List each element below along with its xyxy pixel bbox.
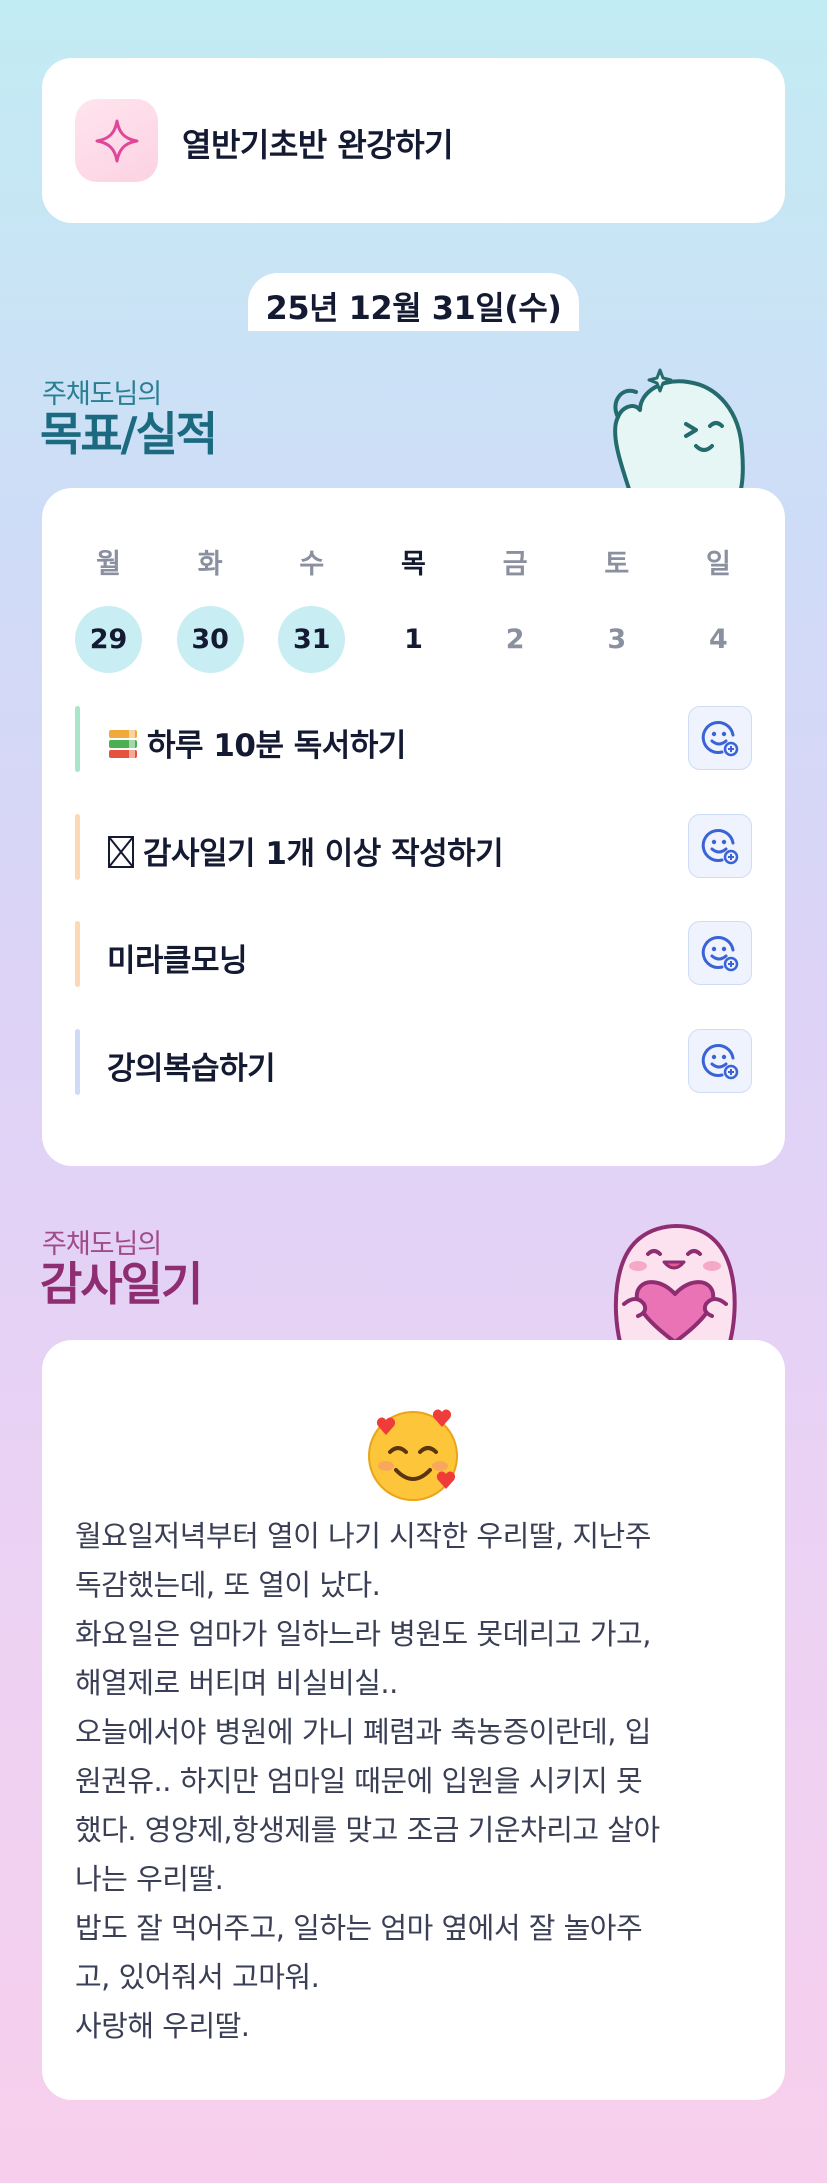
weekday-label: 목 — [401, 549, 426, 580]
diary-line: 나는 우리딸. — [75, 1862, 224, 1896]
diary-line: 독감했는데, 또 열이 났다. — [75, 1568, 381, 1602]
weekday-label: 화 — [197, 549, 223, 580]
rate-task-button[interactable] — [688, 706, 752, 770]
missing-glyph-icon — [107, 836, 143, 872]
diary-line: 원권유.. 하지만 엄마일 때문에 입원을 시키지 못 — [75, 1764, 643, 1798]
smiley-plus-icon — [700, 1041, 740, 1081]
task-accent-bar — [75, 921, 80, 987]
task-label-text: 하루 10분 독서하기 — [147, 728, 406, 764]
diary-line: 밥도 잘 먹어주고, 일하는 엄마 옆에서 잘 놀아주 — [75, 1911, 643, 1945]
diary-section-title: 감사일기 — [40, 1257, 203, 1311]
task-row[interactable]: 미라클모닝 — [75, 921, 752, 987]
weekday-header-row: 월화수목금토일 — [75, 542, 752, 581]
rate-task-button[interactable] — [688, 1029, 752, 1093]
task-label: 하루 10분 독서하기 — [107, 720, 406, 765]
task-accent-bar — [75, 706, 80, 772]
weekday-label: 토 — [604, 549, 630, 580]
task-label-text: 미라클모닝 — [107, 943, 248, 979]
date-cell[interactable]: 2 — [482, 606, 549, 673]
task-row[interactable]: 강의복습하기 — [75, 1029, 752, 1095]
task-label: 강의복습하기 — [107, 1043, 276, 1088]
rate-task-button[interactable] — [688, 814, 752, 878]
date-cell[interactable]: 3 — [583, 606, 650, 673]
date-label: 25년 12월 31일(수) — [265, 289, 562, 327]
date-cell[interactable]: 1 — [380, 606, 447, 673]
goal-title: 열반기초반 완강하기 — [182, 126, 454, 164]
task-accent-bar — [75, 1029, 80, 1095]
weekday-label: 월 — [96, 549, 121, 580]
weekday-label: 수 — [299, 549, 325, 580]
task-label-text: 강의복습하기 — [107, 1051, 276, 1087]
diary-line: 화요일은 엄마가 일하느라 병원도 못데리고 가고, — [75, 1617, 651, 1651]
goal-card[interactable]: 열반기초반 완강하기 — [42, 58, 785, 223]
task-row[interactable]: 하루 10분 독서하기 — [75, 706, 752, 772]
rate-task-button[interactable] — [688, 921, 752, 985]
goals-section-title: 목표/실적 — [40, 407, 218, 461]
diary-line: 했다. 영양제,항생제를 맞고 조금 기운차리고 살아 — [75, 1813, 660, 1847]
diary-line: 고, 있어줘서 고마워. — [75, 1960, 320, 1994]
smiley-plus-icon — [700, 718, 740, 758]
weekday-label: 일 — [706, 549, 731, 580]
books-icon — [107, 728, 147, 764]
diary-line: 오늘에서야 병원에 가니 폐렴과 축농증이란데, 입 — [75, 1715, 651, 1749]
diary-line: 사랑해 우리딸. — [75, 2009, 250, 2043]
smiling-face-with-hearts-icon — [364, 1404, 462, 1506]
heart-mascot-icon — [598, 1218, 752, 1346]
diary-line: 해열제로 버티며 비실비실.. — [75, 1666, 398, 1700]
gratitude-diary-card: 월요일저녁부터 열이 나기 시작한 우리딸, 지난주독감했는데, 또 열이 났다… — [42, 1340, 785, 2100]
date-cell[interactable]: 29 — [75, 606, 142, 673]
diary-text: 월요일저녁부터 열이 나기 시작한 우리딸, 지난주독감했는데, 또 열이 났다… — [75, 1512, 755, 2051]
date-cell[interactable]: 31 — [278, 606, 346, 673]
task-label: 감사일기 1개 이상 작성하기 — [107, 828, 504, 873]
diary-line: 월요일저녁부터 열이 나기 시작한 우리딸, 지난주 — [75, 1519, 651, 1553]
date-pill: 25년 12월 31일(수) — [248, 273, 579, 331]
date-cell[interactable]: 30 — [176, 606, 244, 673]
task-label: 미라클모닝 — [107, 935, 248, 980]
date-row: 29 30 31 1 2 3 4 — [75, 606, 752, 673]
ghost-mascot-icon — [600, 362, 750, 496]
smiley-plus-icon — [700, 933, 740, 973]
weekday-label: 금 — [502, 549, 528, 580]
weekly-goals-card: 월 화 수 목 금 토 일 29 30 31 1 2 3 4 하루 10분 독서하기감사일기 1개 이상… — [42, 488, 785, 1166]
date-cell[interactable]: 4 — [685, 606, 752, 673]
task-label-text: 감사일기 1개 이상 작성하기 — [143, 836, 504, 872]
smiley-plus-icon — [700, 826, 740, 866]
sparkle-icon — [75, 99, 158, 182]
task-row[interactable]: 감사일기 1개 이상 작성하기 — [75, 814, 752, 880]
task-accent-bar — [75, 814, 80, 880]
